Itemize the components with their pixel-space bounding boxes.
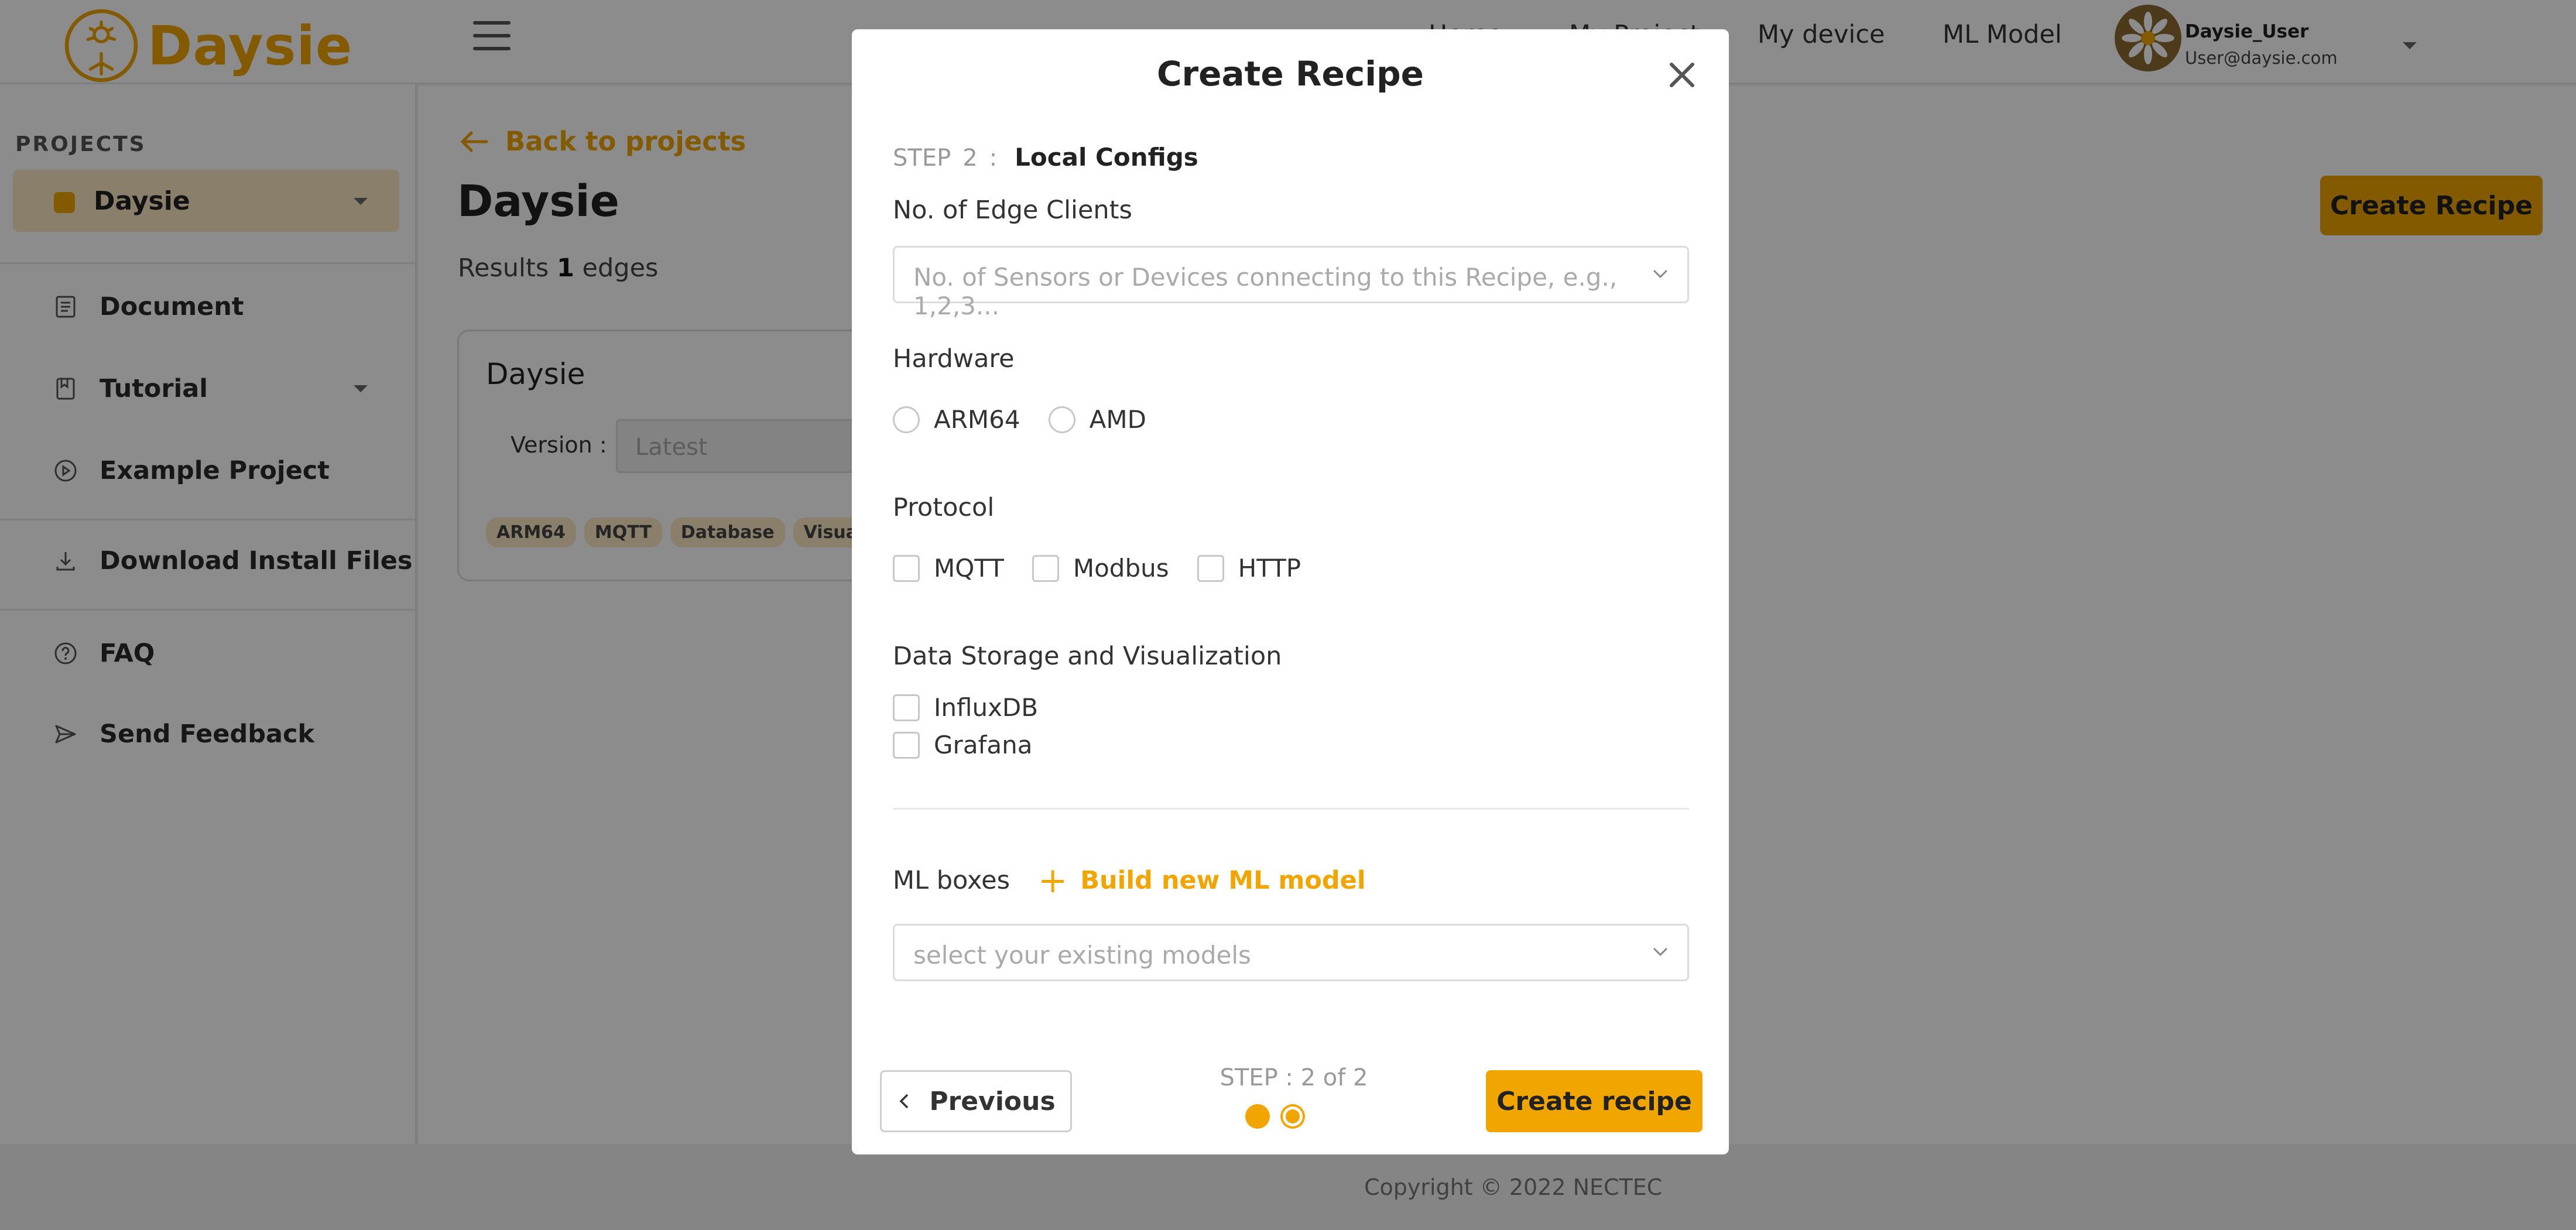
radio-label: AMD [1089, 405, 1146, 434]
checkbox[interactable] [893, 554, 920, 582]
create-recipe-submit-button[interactable]: Create recipe [1486, 1070, 1703, 1132]
build-new-ml-model-label: Build new ML model [1080, 866, 1366, 895]
hardware-options: ARM64 AMD [893, 405, 1174, 434]
storage-option-grafana[interactable]: Grafana [893, 731, 1032, 759]
hardware-option-amd[interactable]: AMD [1048, 405, 1146, 434]
protocol-option-mqtt[interactable]: MQTT [893, 554, 1004, 583]
radio-button[interactable] [893, 406, 920, 433]
build-new-ml-model-link[interactable]: + Build new ML model [1038, 863, 1366, 898]
existing-models-placeholder: select your existing models [913, 941, 1251, 969]
step-separator: : [989, 145, 998, 172]
radio-button[interactable] [1048, 406, 1075, 433]
edge-clients-select[interactable]: No. of Sensors or Devices connecting to … [893, 246, 1689, 320]
checkbox[interactable] [1197, 554, 1224, 582]
chevron-left-icon [899, 1094, 909, 1109]
chevron-down-icon [1653, 947, 1668, 957]
protocol-option-http[interactable]: HTTP [1197, 554, 1301, 583]
checkbox-label: InfluxDB [934, 693, 1039, 722]
close-icon[interactable] [1664, 57, 1700, 92]
step-progress-text: STEP : 2 of 2 [1220, 1064, 1368, 1091]
chevron-down-icon [1653, 269, 1668, 279]
ml-boxes-row: ML boxes + Build new ML model [893, 863, 1366, 898]
radio-label: ARM64 [934, 405, 1020, 434]
storage-option-influxdb[interactable]: InfluxDB [893, 693, 1038, 722]
checkbox-label: Grafana [934, 731, 1033, 759]
hardware-option-arm64[interactable]: ARM64 [893, 405, 1020, 434]
hardware-label: Hardware [893, 344, 1015, 374]
checkbox-label: MQTT [934, 554, 1004, 583]
previous-button[interactable]: Previous [880, 1070, 1072, 1132]
protocol-options: MQTT Modbus HTTP [893, 554, 1329, 583]
step-indicator: STEP 2 : Local Configs [893, 143, 1198, 172]
checkbox[interactable] [1032, 554, 1059, 582]
plus-icon: + [1038, 860, 1068, 901]
step-dot[interactable] [1245, 1104, 1270, 1129]
step-dots [1245, 1104, 1316, 1129]
checkbox-label: Modbus [1073, 554, 1169, 583]
checkbox[interactable] [893, 731, 920, 759]
step-dot-active[interactable] [1283, 1106, 1303, 1126]
modal-divider [893, 808, 1689, 810]
protocol-option-modbus[interactable]: Modbus [1032, 554, 1169, 583]
edge-clients-placeholder: No. of Sensors or Devices connecting to … [913, 263, 1618, 320]
previous-label: Previous [929, 1086, 1056, 1116]
checkbox[interactable] [893, 694, 920, 721]
checkbox-label: HTTP [1238, 554, 1301, 583]
ml-boxes-label: ML boxes [893, 866, 1010, 895]
edge-clients-label: No. of Edge Clients [893, 196, 1132, 225]
step-name: Local Configs [1015, 143, 1198, 172]
create-recipe-modal: Create Recipe STEP 2 : Local Configs No.… [852, 29, 1729, 1154]
protocol-label: Protocol [893, 493, 995, 522]
modal-title: Create Recipe [1156, 54, 1424, 94]
step-number: 2 [962, 145, 978, 172]
storage-label: Data Storage and Visualization [893, 642, 1282, 671]
existing-models-select[interactable]: select your existing models [893, 924, 1689, 981]
step-word: STEP [893, 145, 951, 172]
